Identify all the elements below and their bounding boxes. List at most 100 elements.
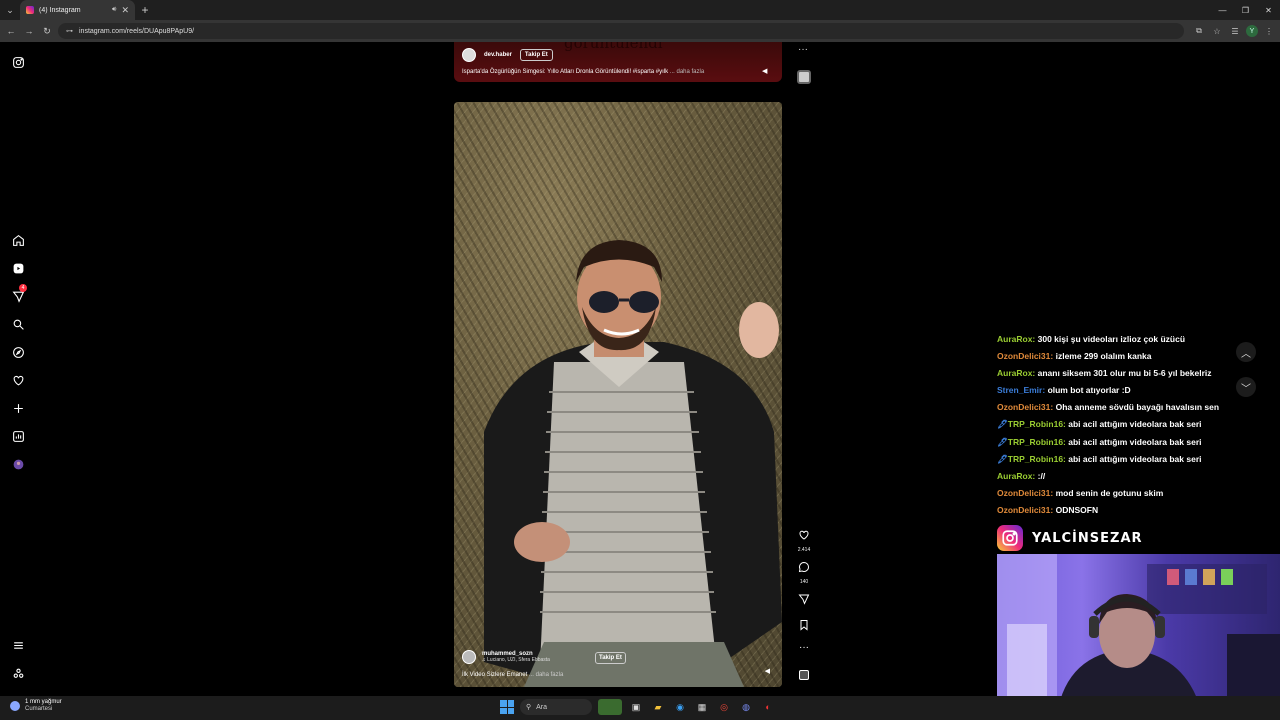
follow-button[interactable]: Takip Et <box>595 652 626 664</box>
pen-badge-icon: 🖋 <box>997 419 1008 430</box>
more-link[interactable]: ... daha fazla <box>670 69 704 75</box>
streamer-webcam <box>997 554 1280 714</box>
dashboard-icon[interactable] <box>9 427 27 445</box>
chat-username: AuraRox: <box>997 334 1036 344</box>
taskbar-search[interactable]: ⚲ Ara <box>520 699 592 715</box>
comment-button[interactable]: 140 <box>794 560 814 585</box>
chat-text: izleme 299 olalım kanka <box>1055 351 1152 362</box>
close-window-icon[interactable]: ✕ <box>1257 0 1280 20</box>
chat-username: TRP_Robin16: <box>1007 419 1066 430</box>
chat-message: Stren_Emir: olum bot atıyorlar :D <box>997 385 1247 402</box>
chat-text: abi acil attığım videolara bak seri <box>1068 453 1202 464</box>
create-plus-icon[interactable] <box>9 399 27 417</box>
profile-avatar[interactable]: Y <box>1246 25 1258 37</box>
url-text: instagram.com/reels/DUApu8PApU9/ <box>79 27 195 35</box>
previous-reel-account: dev.haber Takip Et <box>462 48 553 62</box>
more-options-icon[interactable]: ··· <box>798 44 808 55</box>
chat-text: Oha anneme sövdü bayağı havalısın sen <box>1055 402 1220 413</box>
store-icon[interactable]: ▦ <box>694 699 710 715</box>
weather-widget[interactable]: 1 mm yağmur Cumartesi <box>10 699 62 713</box>
previous-reel-username[interactable]: dev.haber <box>484 52 512 58</box>
edge-icon[interactable]: ◉ <box>672 699 688 715</box>
forward-icon[interactable]: → <box>22 24 36 38</box>
chat-message: AuraRox: :// <box>997 471 1247 488</box>
like-count: 2.414 <box>797 547 811 553</box>
search-placeholder: Ara <box>536 703 548 711</box>
explore-icon[interactable] <box>9 343 27 361</box>
reel-video[interactable]: muhammed_sozn ♫ Luciano, UZI, Sfera Ebba… <box>454 102 782 687</box>
chat-username: AuraRox: <box>997 470 1036 481</box>
chat-message: OzonDelici31: ODNSOFN <box>997 505 1247 522</box>
tab-audio-icon[interactable]: 🔊︎ <box>112 6 116 14</box>
back-icon[interactable]: ← <box>4 24 18 38</box>
like-button[interactable]: 2.414 <box>794 528 814 553</box>
bookmark-star-icon[interactable]: ☆ <box>1210 24 1224 38</box>
tab-close-icon[interactable]: ✕ <box>121 5 129 16</box>
more-menu-icon[interactable] <box>9 636 27 654</box>
chrome-icon[interactable]: ◎ <box>716 699 732 715</box>
mute-icon[interactable]: ◀︎ <box>762 67 772 77</box>
chat-text: ananı siksem 301 olur mu bi 5-6 yıl beke… <box>1037 368 1212 379</box>
more-options-icon[interactable]: ··· <box>794 642 814 653</box>
address-bar[interactable]: ⊶ instagram.com/reels/DUApu8PApU9/ <box>58 23 1184 39</box>
meta-threads-icon[interactable] <box>9 664 27 682</box>
streamer-instagram-name: YALCİNSEZAR <box>1032 530 1143 546</box>
discord-icon[interactable]: ◍ <box>738 699 754 715</box>
chat-message: OzonDelici31: izleme 299 olalım kanka <box>997 351 1247 368</box>
site-info-icon[interactable]: ⊶ <box>66 27 73 35</box>
webcam-scene <box>997 554 1280 714</box>
reel-music[interactable]: ♫ Luciano, UZI, Sfera Ebbasta <box>482 657 550 663</box>
chat-username: TRP_Robin16: <box>1007 453 1066 464</box>
audio-thumb-icon <box>799 670 809 680</box>
reload-icon[interactable]: ↻ <box>40 24 54 38</box>
extensions-icon[interactable]: ☰ <box>1228 24 1242 38</box>
follow-button[interactable]: Takip Et <box>519 49 553 61</box>
file-explorer-icon[interactable]: ▰ <box>650 699 666 715</box>
mute-icon[interactable]: ◀︎ <box>765 667 770 675</box>
reel-account: muhammed_sozn ♫ Luciano, UZI, Sfera Ebba… <box>462 650 550 664</box>
more-link[interactable]: ... daha fazla <box>529 672 563 678</box>
audio-thumbnail-icon[interactable] <box>794 668 814 686</box>
side-navigation: 4 <box>0 42 36 696</box>
tab-instagram[interactable]: (4) Instagram 🔊︎ ✕ <box>20 0 135 20</box>
share-button[interactable] <box>794 592 814 610</box>
heart-icon <box>799 530 809 540</box>
home-icon[interactable] <box>9 231 27 249</box>
chat-text: ODNSOFN <box>1055 504 1099 515</box>
heart-icon[interactable] <box>9 371 27 389</box>
browser-menu-icon[interactable]: ⋮ <box>1262 24 1276 38</box>
search-icon[interactable] <box>9 315 27 333</box>
windows-start-icon[interactable] <box>500 700 514 714</box>
audio-thumbnail-icon[interactable] <box>797 70 811 84</box>
avatar[interactable] <box>462 650 476 664</box>
new-tab-button[interactable]: + <box>135 3 155 17</box>
previous-reel-caption: Isparta'da Özgürlüğün Simgesi: Yıllo Atl… <box>462 69 704 75</box>
weather-line-2: Cumartesi <box>25 706 53 712</box>
instagram-logo-icon[interactable] <box>9 53 27 71</box>
bookmark-icon <box>800 620 808 631</box>
minimize-icon[interactable]: — <box>1211 0 1234 20</box>
previous-reel[interactable]: görüntülendi dev.haber Takip Et Isparta'… <box>454 42 782 82</box>
chat-username: OzonDelici31: <box>997 487 1054 498</box>
chat-username: TRP_Robin16: <box>1007 436 1066 447</box>
stream-chat: AuraRox: 300 kişi şu videoları izlioz ço… <box>997 334 1247 522</box>
video-person-illustration <box>484 240 782 687</box>
restore-icon[interactable]: ❐ <box>1234 0 1257 20</box>
chat-text: 300 kişi şu videoları izlioz çok üzücü <box>1037 334 1186 344</box>
app-icon[interactable]: ◐ <box>760 699 776 715</box>
tab-search-chevron-icon[interactable]: ⌄ <box>0 0 20 20</box>
browser-toolbar: ← → ↻ ⊶ instagram.com/reels/DUApu8PApU9/… <box>0 20 1280 42</box>
instagram-logo-icon <box>997 525 1023 551</box>
chat-username: OzonDelici31: <box>997 504 1054 515</box>
avatar[interactable] <box>462 48 476 62</box>
install-app-icon[interactable]: ⧉ <box>1192 24 1206 38</box>
search-highlight-icon[interactable] <box>598 699 622 715</box>
reels-icon[interactable] <box>9 259 27 277</box>
messages-icon[interactable]: 4 <box>9 284 27 305</box>
save-button[interactable] <box>794 618 814 636</box>
comment-icon <box>798 561 810 573</box>
pen-badge-icon: 🖋 <box>997 453 1008 464</box>
task-view-icon[interactable]: ▣ <box>628 699 644 715</box>
weather-line-1: 1 mm yağmur <box>25 699 62 705</box>
profile-avatar-icon[interactable] <box>9 455 27 473</box>
